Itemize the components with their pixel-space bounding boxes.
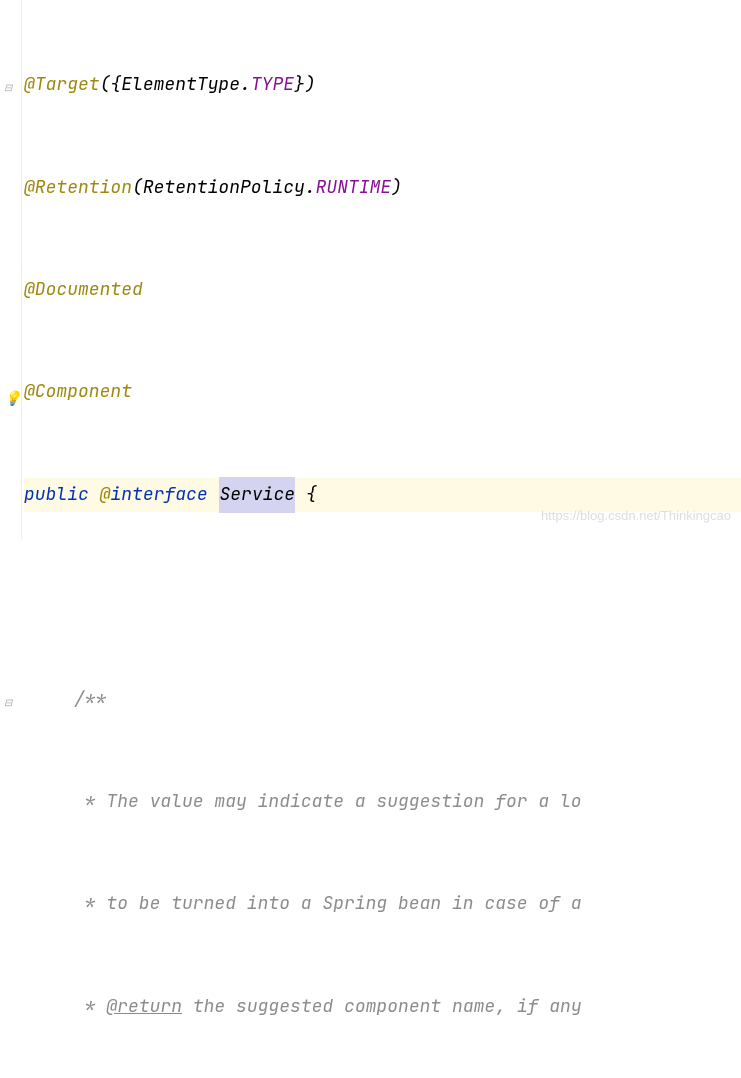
paren: ({ <box>100 68 122 102</box>
code-line[interactable]: @Documented <box>24 273 741 307</box>
paren: ) <box>391 171 402 205</box>
paren: }) <box>294 68 316 102</box>
javadoc-open: /** <box>74 683 106 717</box>
dot: . <box>305 171 316 205</box>
code-line[interactable]: * to be turned into a Spring bean in cas… <box>24 887 741 921</box>
annotation: @Target <box>24 68 100 102</box>
watermark-text: https://blog.csdn.net/Thinkingcao <box>541 504 731 529</box>
annotation: @Retention <box>24 171 132 205</box>
annotation: @Documented <box>24 273 143 307</box>
javadoc-prefix: * <box>74 990 106 1024</box>
keyword: interface <box>110 478 207 512</box>
javadoc-text: * The value may indicate a suggestion fo… <box>74 785 582 819</box>
intention-bulb-icon[interactable]: 💡 <box>4 386 18 400</box>
javadoc-text: the suggested component name, if any <box>182 990 582 1024</box>
brace: { <box>295 478 317 512</box>
enum-constant: RUNTIME <box>316 171 392 205</box>
code-line[interactable]: * The value may indicate a suggestion fo… <box>24 785 741 819</box>
code-line[interactable] <box>24 580 741 614</box>
code-line[interactable]: ⊟/** <box>24 683 741 717</box>
javadoc-text: * to be turned into a Spring bean in cas… <box>74 887 582 921</box>
javadoc-tag: @return <box>106 990 182 1024</box>
fold-icon[interactable]: ⊟ <box>4 693 18 707</box>
code-line[interactable]: 💡@Component <box>24 376 741 410</box>
paren: ( <box>132 171 143 205</box>
selected-text: Service <box>219 477 295 513</box>
class-ref: ElementType <box>121 68 240 102</box>
class-ref: RetentionPolicy <box>143 171 305 205</box>
fold-icon[interactable]: ⊟ <box>4 78 18 92</box>
code-line[interactable]: * @return the suggested component name, … <box>24 990 741 1024</box>
code-editor[interactable]: ⊟@Target({ElementType.TYPE}) @Retention(… <box>0 0 741 1078</box>
code-line[interactable]: ⊟@Target({ElementType.TYPE}) <box>24 68 741 102</box>
enum-constant: TYPE <box>251 68 294 102</box>
at-sign: @ <box>100 478 111 512</box>
code-line[interactable]: @Retention(RetentionPolicy.RUNTIME) <box>24 171 741 205</box>
keyword: public <box>24 478 89 512</box>
dot: . <box>240 68 251 102</box>
annotation: @Component <box>24 375 132 409</box>
